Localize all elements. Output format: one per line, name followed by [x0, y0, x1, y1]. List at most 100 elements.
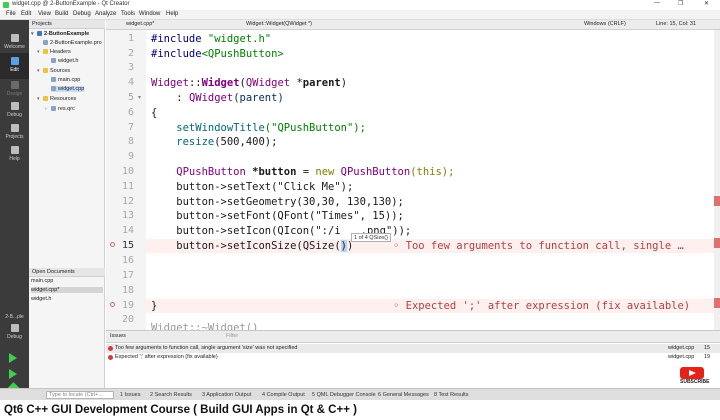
- line-number: 10: [121, 166, 134, 177]
- menu-build[interactable]: Build: [55, 11, 68, 17]
- issues-filter[interactable]: Filter: [226, 333, 238, 339]
- line-number: 13: [121, 210, 134, 221]
- output-tab-compile-output[interactable]: 4 Compile Output: [262, 392, 305, 398]
- scroll-error-mark: [714, 238, 720, 248]
- fold-arrow-icon[interactable]: ▾: [138, 94, 141, 101]
- close-button[interactable]: ✕: [704, 0, 709, 7]
- code-token: QPushButton: [334, 166, 411, 178]
- file-icon: [51, 106, 56, 111]
- code-line-8: resize(500,400);: [151, 136, 277, 148]
- open-documents-pane: Open Documents main.cpp widget.cpp* widg…: [29, 268, 105, 388]
- output-tab-search-results[interactable]: 2 Search Results: [150, 392, 192, 398]
- symbol-selector[interactable]: Widget::Widget(QWidget *): [246, 21, 312, 27]
- output-tab-general-messages[interactable]: 6 General Messages: [378, 392, 429, 398]
- tree-pro-file[interactable]: 2-ButtonExample.pro: [43, 40, 102, 46]
- tree-label: Headers: [50, 49, 71, 55]
- code-token: <QPushButton>: [201, 48, 284, 60]
- run-button[interactable]: [9, 353, 17, 363]
- code-token: QWidget: [245, 77, 291, 89]
- tree-widget-cpp[interactable]: widget.cpp: [51, 86, 85, 92]
- mode-projects-label: Projects: [5, 134, 24, 140]
- output-tab-qml-console[interactable]: 5 QML Debugger Console: [312, 392, 376, 398]
- code-token: Widget: [201, 77, 240, 89]
- code-editor[interactable]: 1 2 3 4 5 ▾ 6 7 8 9 10 11 12 13 14 15 16…: [106, 30, 720, 330]
- tree-headers[interactable]: ▾ Headers: [37, 49, 71, 55]
- code-token: new: [315, 166, 335, 178]
- cursor-position[interactable]: Line: 15, Col: 31: [656, 21, 696, 27]
- folder-icon: [43, 68, 48, 73]
- code-line-12: button->setGeometry(30,30, 130,130);: [151, 196, 404, 208]
- code-token: =: [296, 166, 316, 178]
- line-number-current: 15: [121, 240, 134, 251]
- code-token: resize: [151, 136, 215, 148]
- project-icon: [37, 31, 42, 36]
- error-icon: [108, 355, 113, 360]
- issue-row[interactable]: Expected ';' after expression (fix avail…: [106, 353, 720, 362]
- line-number: 16: [121, 255, 134, 266]
- locator-input[interactable]: Type to locate (Ctrl+...: [46, 391, 114, 399]
- code-token: button->setIconSize(QSize(: [151, 240, 341, 252]
- line-number: 11: [121, 181, 134, 192]
- signature-tooltip[interactable]: 1 of 4 QSize(): [351, 233, 391, 242]
- tree-label: 2-ButtonExample.pro: [50, 40, 102, 46]
- maximize-button[interactable]: ❐: [678, 0, 683, 7]
- menu-file[interactable]: File: [6, 11, 16, 17]
- menu-view[interactable]: View: [38, 11, 51, 17]
- tree-project-root[interactable]: ▾ 2-ButtonExample: [31, 31, 89, 37]
- line-ending-selector[interactable]: Windows (CRLF): [584, 21, 626, 27]
- bug-icon: [10, 102, 19, 110]
- projects-pane-header: Projects: [29, 20, 105, 29]
- projects-pane: Projects ▾ 2-ButtonExample 2-ButtonExampl…: [29, 20, 105, 268]
- menu-debug[interactable]: Debug: [73, 11, 91, 17]
- kit-selector[interactable]: 2-B...ple Debug: [0, 312, 29, 346]
- line-number: 2: [127, 48, 134, 59]
- tree-resources[interactable]: ▾ Resources: [37, 96, 76, 102]
- wrench-icon: [10, 124, 19, 132]
- kit-project-name: 2-B...ple: [5, 314, 24, 320]
- minimize-button[interactable]: —: [654, 0, 660, 6]
- window-title-bar: widget.cpp @ 2-ButtonExample - Qt Creato…: [0, 0, 720, 10]
- error-icon: [108, 346, 113, 351]
- line-number: 17: [121, 270, 134, 281]
- code-line-19: }: [151, 300, 158, 312]
- grid-icon: [10, 34, 19, 42]
- mode-help[interactable]: Help: [0, 142, 29, 168]
- tree-sources[interactable]: ▾ Sources: [37, 68, 70, 74]
- open-doc-item[interactable]: main.cpp: [31, 278, 103, 284]
- open-documents-header: Open Documents: [29, 268, 105, 277]
- issue-line: 19: [704, 354, 711, 360]
- qt-creator-icon: [3, 2, 9, 8]
- help-icon: [10, 146, 19, 154]
- open-doc-item[interactable]: widget.cpp*: [31, 287, 103, 293]
- line-number: 7: [127, 122, 134, 133]
- line-number: 20: [121, 314, 134, 325]
- kit-build-mode: Debug: [7, 334, 22, 340]
- output-tab-issues[interactable]: 1 Issues: [120, 392, 140, 398]
- tree-label: Resources: [50, 96, 77, 102]
- document-selector[interactable]: widget.cpp*: [126, 21, 154, 27]
- line-number: 3: [127, 62, 134, 73]
- mode-edit[interactable]: Edit: [0, 53, 29, 79]
- code-token: Widget: [151, 77, 189, 89]
- tree-res-qrc[interactable]: › res.qrc: [45, 106, 75, 112]
- menu-edit[interactable]: Edit: [21, 11, 31, 17]
- code-token: (this);: [410, 166, 455, 178]
- tree-widget-h[interactable]: widget.h: [51, 58, 79, 64]
- issue-file: widget.cpp: [668, 345, 695, 351]
- open-doc-item[interactable]: widget.h: [31, 296, 103, 302]
- tree-main-cpp[interactable]: main.cpp: [51, 77, 80, 83]
- output-tab-application-output[interactable]: 3 Application Output: [202, 392, 251, 398]
- line-number: 5: [127, 92, 134, 103]
- issue-row[interactable]: Too few arguments to function call, sing…: [106, 344, 720, 353]
- code-line-1: #include "widget.h": [151, 33, 271, 45]
- menu-window[interactable]: Window: [139, 11, 160, 17]
- menu-tools[interactable]: Tools: [121, 11, 135, 17]
- menu-analyze[interactable]: Analyze: [95, 11, 116, 17]
- code-token: #include: [151, 33, 202, 45]
- line-number: 6: [127, 107, 134, 118]
- issue-message: Expected ';' after expression (fix avail…: [115, 354, 218, 360]
- output-tab-test-results[interactable]: 8 Test Results: [434, 392, 468, 398]
- menu-help[interactable]: Help: [166, 11, 178, 17]
- debug-run-button[interactable]: [9, 369, 17, 379]
- editor-scrollbar[interactable]: [714, 30, 720, 330]
